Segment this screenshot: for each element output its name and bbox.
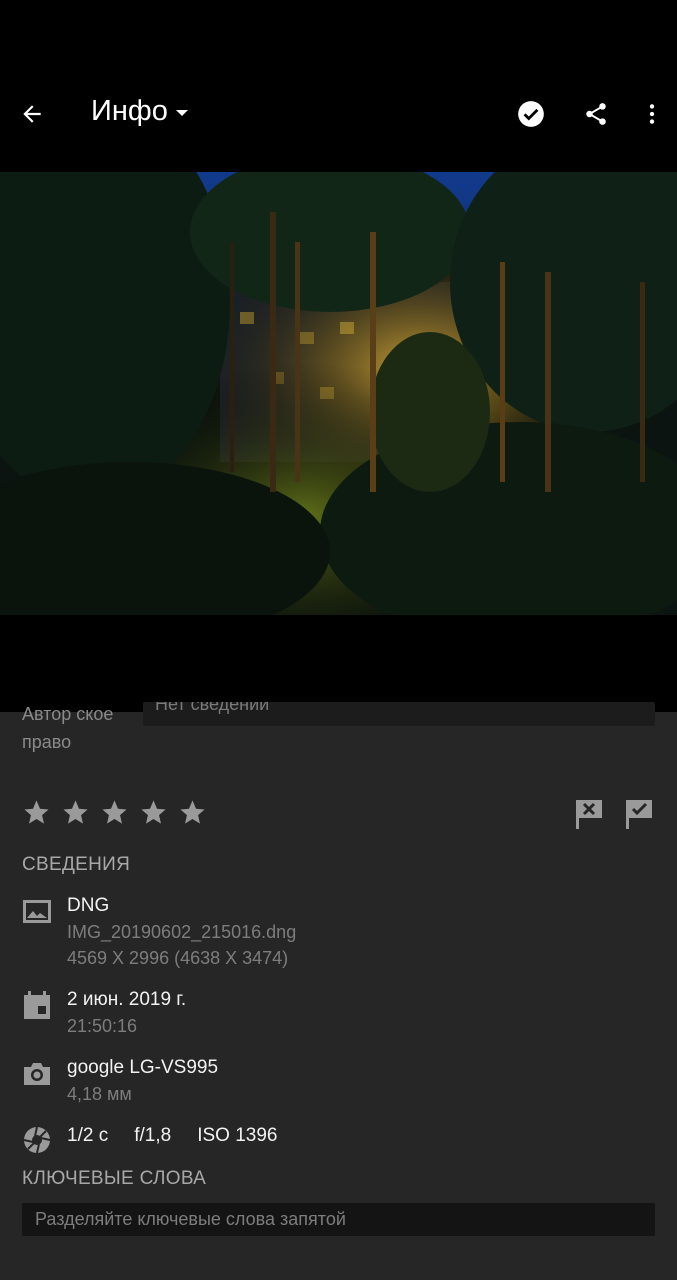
star-icon[interactable] [178, 798, 207, 827]
details-section-title: СВЕДЕНИЯ [22, 854, 131, 875]
photo-preview[interactable] [0, 172, 677, 615]
copyright-field[interactable]: Нет сведений [143, 702, 655, 726]
focal-length: 4,18 мм [67, 1084, 132, 1104]
file-dimensions: 4569 X 2996 (4638 X 3474) [67, 948, 289, 968]
iso-value: ISO 1396 [197, 1125, 278, 1146]
capture-time: 21:50:16 [67, 1016, 138, 1036]
aperture-value: f/1,8 [134, 1125, 172, 1146]
share-button[interactable] [578, 96, 614, 132]
keywords-input[interactable]: Разделяйте ключевые слова запятой [22, 1203, 655, 1236]
file-name: IMG_20190602_215016.dng [67, 922, 297, 942]
aperture-icon [23, 1126, 51, 1154]
arrow-left-icon [23, 105, 41, 123]
back-button[interactable] [14, 96, 50, 132]
more-vertical-icon [649, 104, 655, 124]
photo-letterbox [0, 615, 677, 712]
page-title: Инфо [91, 95, 168, 127]
star-icon[interactable] [22, 798, 51, 827]
keywords-section-title: КЛЮЧЕВЫЕ СЛОВА [22, 1168, 207, 1189]
star-icon[interactable] [100, 798, 129, 827]
exposure-row: 1/2 с f/1,8 ISO 1396 [67, 1125, 277, 1147]
calendar-icon [24, 991, 50, 1019]
copyright-value: Нет сведений [155, 702, 270, 714]
flag-reject-icon[interactable] [574, 798, 604, 830]
capture-date: 2 июн. 2019 г. [67, 989, 187, 1010]
shutter-speed: 1/2 с [67, 1125, 109, 1146]
night-forest-image [0, 172, 677, 615]
star-rating [22, 798, 207, 827]
keywords-placeholder: Разделяйте ключевые слова запятой [35, 1209, 346, 1229]
done-button[interactable] [513, 96, 549, 132]
share-icon [586, 103, 606, 125]
view-mode-dropdown[interactable]: Инфо [91, 95, 188, 128]
copyright-label: Автор ское право [22, 704, 114, 752]
star-icon[interactable] [61, 798, 90, 827]
top-app-bar: Инфо [0, 0, 677, 172]
camera-model: google LG-VS995 [67, 1057, 219, 1078]
more-options-button[interactable] [634, 96, 670, 132]
info-panel: Автор ское право Нет сведений СВЕДЕНИЯ D… [0, 702, 677, 1280]
star-icon[interactable] [139, 798, 168, 827]
check-circle-icon [518, 101, 544, 127]
flag-pick-icon[interactable] [624, 798, 654, 830]
camera-icon [24, 1063, 50, 1085]
image-icon [23, 900, 51, 923]
file-format: DNG [67, 895, 110, 916]
chevron-down-icon [175, 109, 188, 116]
